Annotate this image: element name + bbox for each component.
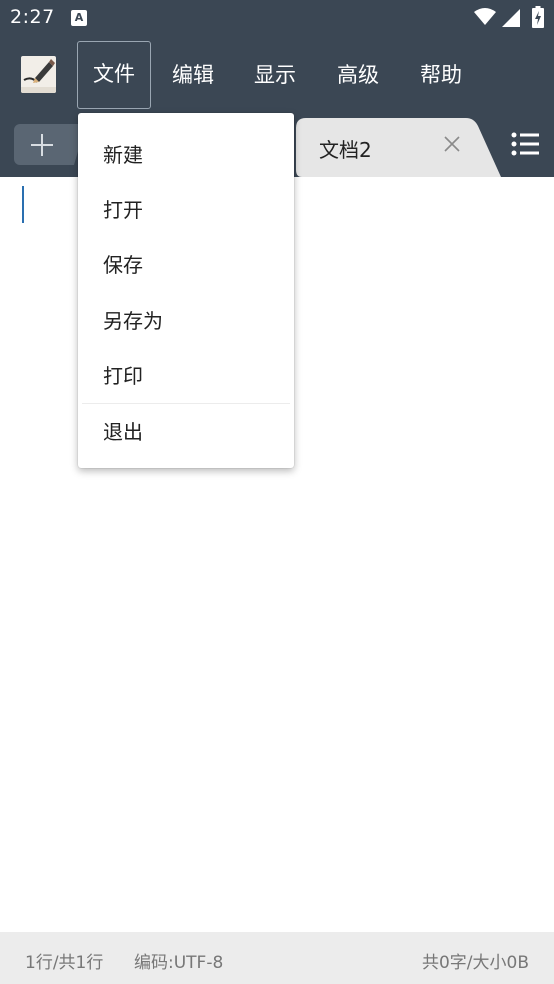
wifi-icon (474, 8, 496, 25)
menu-advanced[interactable]: 高级 (323, 41, 393, 109)
battery-icon (532, 6, 544, 28)
menu-bar: 文件 编辑 显示 高级 帮助 (0, 36, 554, 114)
add-tab-button[interactable] (14, 124, 86, 165)
menu-divider (82, 403, 290, 404)
menu-item-exit[interactable]: 退出 (78, 405, 294, 460)
signal-icon (502, 9, 520, 27)
close-icon[interactable] (443, 135, 461, 153)
file-menu-dropdown: 新建 打开 保存 另存为 打印 退出 (78, 113, 294, 468)
text-cursor (22, 186, 24, 223)
menu-file[interactable]: 文件 (77, 41, 151, 109)
tab-document[interactable]: 文档2 (296, 118, 501, 177)
notification-a-icon: A (71, 10, 87, 26)
menu-item-save-as[interactable]: 另存为 (78, 294, 294, 349)
menu-help[interactable]: 帮助 (406, 41, 476, 109)
size-info: 共0字/大小0B (421, 953, 529, 973)
menu-item-open[interactable]: 打开 (78, 183, 294, 238)
list-icon[interactable] (510, 131, 540, 157)
menu-item-save[interactable]: 保存 (78, 238, 294, 293)
menu-item-print[interactable]: 打印 (78, 349, 294, 404)
plus-icon (31, 134, 53, 156)
menu-view[interactable]: 显示 (240, 41, 310, 109)
status-time: 2:27 (10, 6, 55, 28)
encoding-info: 编码:UTF-8 (134, 953, 224, 973)
menu-item-new[interactable]: 新建 (78, 128, 294, 183)
menu-edit[interactable]: 编辑 (158, 41, 228, 109)
line-info: 1行/共1行 (25, 953, 104, 973)
status-footer: 1行/共1行 编码:UTF-8 共0字/大小0B (0, 932, 554, 984)
app-logo-icon (21, 56, 56, 93)
tab-document-label: 文档2 (319, 138, 372, 162)
status-bar: 2:27 A (0, 0, 554, 36)
